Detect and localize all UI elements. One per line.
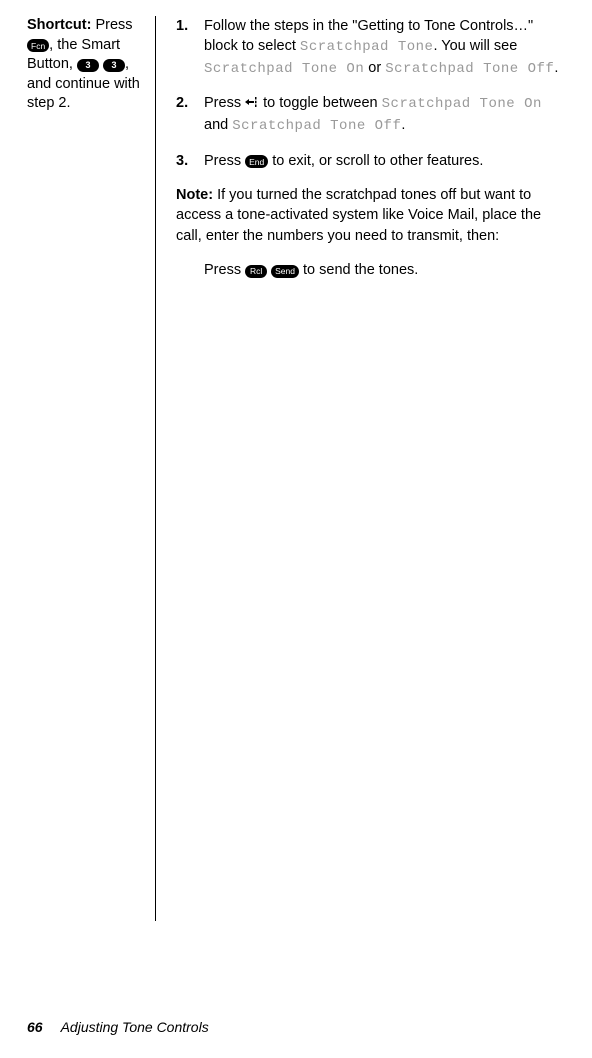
three-key-icon: 3 — [103, 59, 125, 72]
steps-list: 1. Follow the steps in the "Getting to T… — [176, 16, 565, 171]
fcn-key-icon: Fcn — [27, 39, 49, 52]
note-label: Note: — [176, 187, 213, 203]
step-body: Follow the steps in the "Getting to Tone… — [204, 16, 565, 79]
vertical-divider — [155, 16, 156, 921]
rcl-key-icon: Rcl — [245, 265, 267, 278]
step-number: 2. — [176, 93, 204, 136]
note-continuation: Press Rcl Send to send the tones. — [204, 260, 565, 280]
shortcut-text: Press — [95, 17, 132, 33]
main-content: 1. Follow the steps in the "Getting to T… — [176, 16, 565, 921]
lcd-text: Scratchpad Tone — [300, 39, 434, 55]
step-item: 2. Press to toggle between Scratchpad To… — [176, 93, 565, 136]
lcd-text: Scratchpad Tone On — [382, 96, 542, 112]
step-number: 1. — [176, 16, 204, 79]
end-key-icon: End — [245, 155, 268, 168]
page-number: 66 — [27, 1019, 43, 1035]
three-key-icon: 3 — [77, 59, 99, 72]
step-body: Press End to exit, or scroll to other fe… — [204, 151, 565, 171]
lcd-text: Scratchpad Tone Off — [232, 118, 401, 134]
shortcut-sidebar: Shortcut: Press Fcn, the Smart Button, 3… — [27, 16, 155, 921]
nav-arrows-icon — [245, 94, 259, 114]
section-title: Adjusting Tone Controls — [61, 1019, 209, 1035]
step-item: 3. Press End to exit, or scroll to other… — [176, 151, 565, 171]
note-block: Note: If you turned the scratchpad tones… — [176, 185, 565, 246]
note-text: If you turned the scratchpad tones off b… — [176, 187, 541, 244]
step-body: Press to toggle between Scratchpad Tone … — [204, 93, 565, 136]
page-footer: 66 Adjusting Tone Controls — [27, 1018, 209, 1038]
send-key-icon: Send — [271, 265, 299, 278]
step-item: 1. Follow the steps in the "Getting to T… — [176, 16, 565, 79]
lcd-text: Scratchpad Tone On — [204, 61, 364, 77]
lcd-text: Scratchpad Tone Off — [385, 61, 554, 77]
shortcut-label: Shortcut: — [27, 17, 91, 33]
step-number: 3. — [176, 151, 204, 171]
